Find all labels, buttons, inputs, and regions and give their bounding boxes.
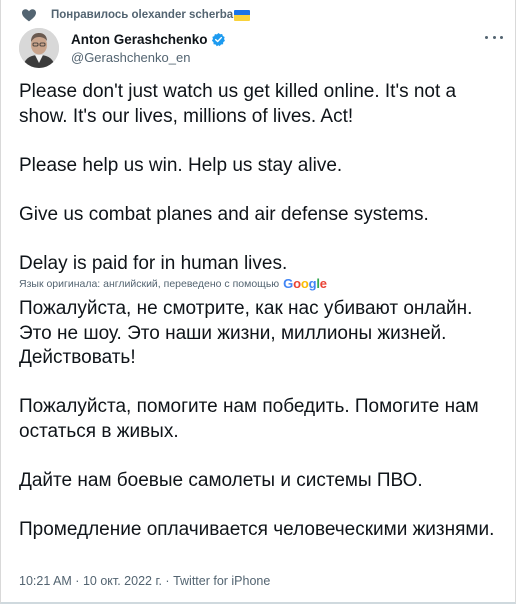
- author-name[interactable]: Anton Gerashchenko: [71, 32, 208, 47]
- tweet-paragraph: Delay is paid for in human lives.: [19, 252, 288, 274]
- verified-badge-icon: [211, 32, 225, 46]
- translation-note-text: Язык оригинала: английский, переведено с…: [19, 277, 280, 290]
- avatar[interactable]: [19, 28, 59, 68]
- tweet-date[interactable]: 10 окт. 2022 г.: [83, 574, 162, 588]
- tweet-card: Понравилось olexander scherba Anton Gera…: [0, 0, 516, 604]
- meta-separator: ·: [161, 574, 174, 588]
- translated-text: Пожалуйста, не смотрите, как нас убивают…: [19, 297, 505, 542]
- author-handle[interactable]: @Gerashchenko_en: [71, 50, 226, 65]
- tweet-meta: 10:21 AM · 10 окт. 2022 г. · Twitter for…: [19, 574, 270, 588]
- translated-paragraph: Промедление оплачивается человеческими ж…: [19, 518, 495, 540]
- ukraine-flag-icon: [234, 9, 251, 21]
- meta-separator: ·: [71, 574, 83, 588]
- tweet-paragraph: Give us combat planes and air defense sy…: [19, 203, 429, 225]
- tweet-paragraph: Please don't just watch us get killed on…: [19, 81, 457, 127]
- avatar-image: [19, 28, 59, 68]
- google-logo[interactable]: Google: [283, 276, 327, 291]
- translation-note: Язык оригинала: английский, переведено с…: [19, 276, 327, 291]
- tweet-time[interactable]: 10:21 AM: [19, 574, 72, 588]
- liked-by-text[interactable]: Понравилось olexander scherba: [51, 9, 233, 21]
- social-context: Понравилось olexander scherba: [21, 7, 251, 23]
- tweet-paragraph: Please help us win. Help us stay alive.: [19, 154, 343, 176]
- tweet-source[interactable]: Twitter for iPhone: [173, 574, 270, 588]
- author-name-row: Anton Gerashchenko: [71, 30, 226, 48]
- tweet-text: Please don't just watch us get killed on…: [19, 80, 505, 276]
- translated-paragraph: Пожалуйста, помогите нам победить. Помог…: [19, 396, 479, 442]
- translated-paragraph: Пожалуйста, не смотрите, как нас убивают…: [19, 298, 473, 368]
- translated-paragraph: Дайте нам боевые самолеты и системы ПВО.: [19, 469, 423, 491]
- author-block: Anton Gerashchenko @Gerashchenko_en: [71, 30, 226, 65]
- heart-icon: [22, 9, 36, 22]
- more-icon[interactable]: [485, 30, 503, 44]
